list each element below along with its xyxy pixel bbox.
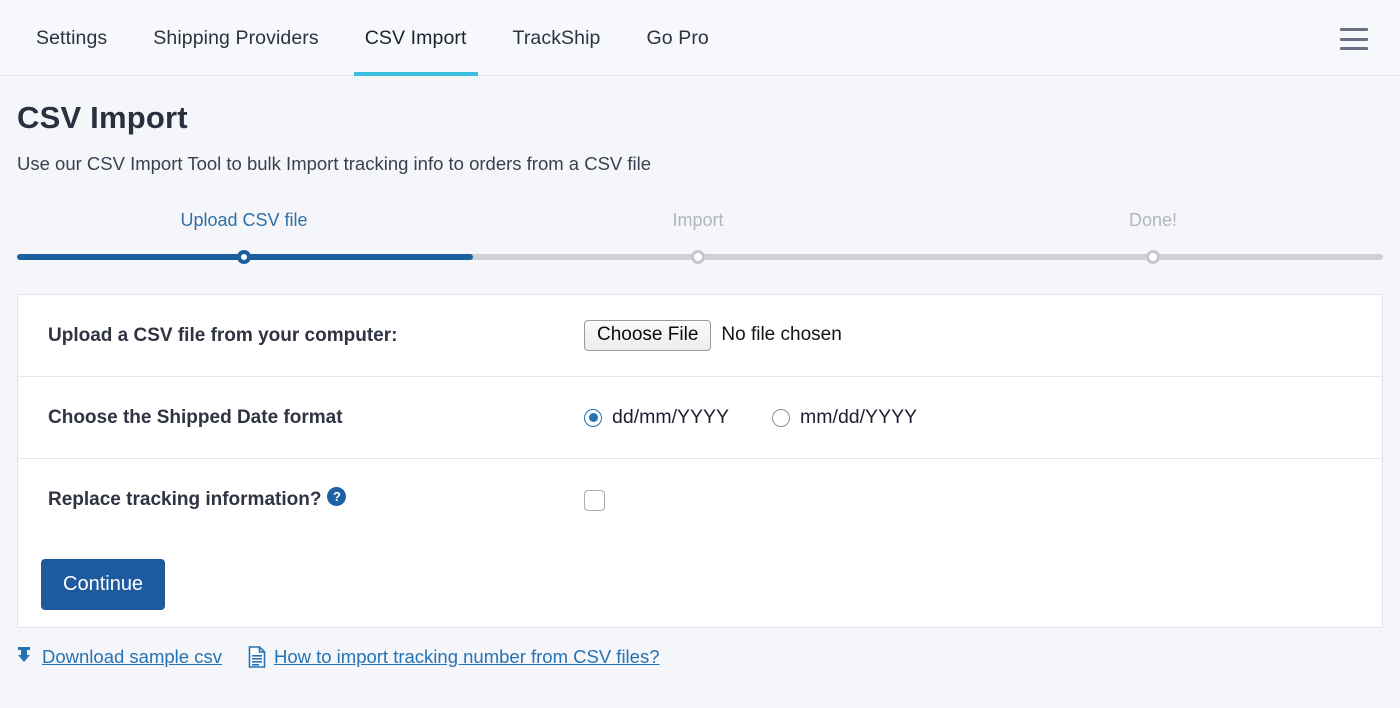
hamburger-bar <box>1340 37 1368 41</box>
hamburger-menu-icon[interactable] <box>1340 28 1368 50</box>
date-format-label: Choose the Shipped Date format <box>48 406 343 428</box>
page-title: CSV Import <box>17 100 188 135</box>
upload-file-label: Upload a CSV file from your computer: <box>48 324 398 346</box>
choose-file-button[interactable]: Choose File <box>584 319 712 352</box>
hamburger-bar <box>1340 28 1368 31</box>
form-actions: Continue <box>18 541 1382 610</box>
stepper-track <box>17 250 1383 264</box>
how-to-import-link[interactable]: How to import tracking number from CSV f… <box>274 646 660 668</box>
replace-tracking-field <box>584 489 605 511</box>
radio-icon-mmddyyyy[interactable] <box>772 408 791 427</box>
footer-link-how-to-import[interactable]: How to import tracking number from CSV f… <box>248 646 660 668</box>
tab-csv-import[interactable]: CSV Import <box>342 0 490 76</box>
file-status-text: No file chosen <box>721 324 842 346</box>
nav-tab-list: Settings Shipping Providers CSV Import T… <box>0 0 732 76</box>
tab-settings[interactable]: Settings <box>36 0 130 76</box>
page-subtitle: Use our CSV Import Tool to bulk Import t… <box>17 153 652 174</box>
radio-label-mmddyyyy: mm/dd/YYYY <box>800 406 918 428</box>
help-icon[interactable]: ? <box>327 486 347 506</box>
import-form-card: Upload a CSV file from your computer: Ch… <box>17 294 1383 628</box>
tab-shipping-providers-label: Shipping Providers <box>153 26 319 49</box>
tab-settings-label: Settings <box>36 26 108 49</box>
download-sample-csv-link[interactable]: Download sample csv <box>42 646 222 668</box>
step-label-done: Done! <box>1128 210 1178 230</box>
footer-links: Download sample csv How to import tracki… <box>14 646 686 668</box>
stepper-node-done[interactable] <box>1146 250 1160 264</box>
radio-option-ddmmyyyy[interactable]: dd/mm/YYYY <box>584 406 729 429</box>
download-icon <box>18 647 30 662</box>
hamburger-bar <box>1340 47 1368 50</box>
tab-go-pro-label: Go Pro <box>646 26 709 49</box>
row-date-format: Choose the Shipped Date format dd/mm/YYY… <box>18 377 1382 459</box>
replace-tracking-label-wrap: Replace tracking information? ? <box>48 486 584 511</box>
tab-shipping-providers[interactable]: Shipping Providers <box>130 0 341 76</box>
top-navigation-bar: Settings Shipping Providers CSV Import T… <box>0 0 1400 76</box>
date-format-radio-group: dd/mm/YYYY mm/dd/YYYY <box>584 406 917 429</box>
step-label-upload: Upload CSV file <box>180 210 308 230</box>
document-icon <box>248 646 266 668</box>
replace-tracking-label: Replace tracking information? <box>48 489 322 510</box>
tab-go-pro[interactable]: Go Pro <box>624 0 732 76</box>
date-format-field: dd/mm/YYYY mm/dd/YYYY <box>584 406 917 429</box>
row-replace-tracking: Replace tracking information? ? <box>18 459 1382 541</box>
csv-import-page: Settings Shipping Providers CSV Import T… <box>0 0 1400 708</box>
stepper-node-import[interactable] <box>691 250 705 264</box>
radio-option-mmddyyyy[interactable]: mm/dd/YYYY <box>772 406 917 429</box>
radio-label-ddmmyyyy: dd/mm/YYYY <box>612 406 730 428</box>
radio-icon-ddmmyyyy[interactable] <box>584 408 602 427</box>
replace-tracking-checkbox[interactable] <box>584 489 605 511</box>
upload-file-field: Choose File No file chosen <box>584 319 842 352</box>
tab-trackship-label: TrackShip <box>512 26 601 49</box>
stepper-node-upload[interactable] <box>237 250 251 264</box>
import-stepper: Upload CSV file Import Done! <box>0 210 1400 270</box>
footer-link-download-sample[interactable]: Download sample csv <box>14 646 222 668</box>
continue-button[interactable]: Continue <box>41 559 166 610</box>
tab-trackship[interactable]: TrackShip <box>490 0 624 76</box>
step-label-import: Import <box>672 210 724 230</box>
stepper-labels: Upload CSV file Import Done! <box>0 210 1400 240</box>
row-upload-file: Upload a CSV file from your computer: Ch… <box>18 295 1382 377</box>
file-input-control[interactable]: Choose File No file chosen <box>584 319 842 352</box>
tab-csv-import-label: CSV Import <box>364 26 467 49</box>
